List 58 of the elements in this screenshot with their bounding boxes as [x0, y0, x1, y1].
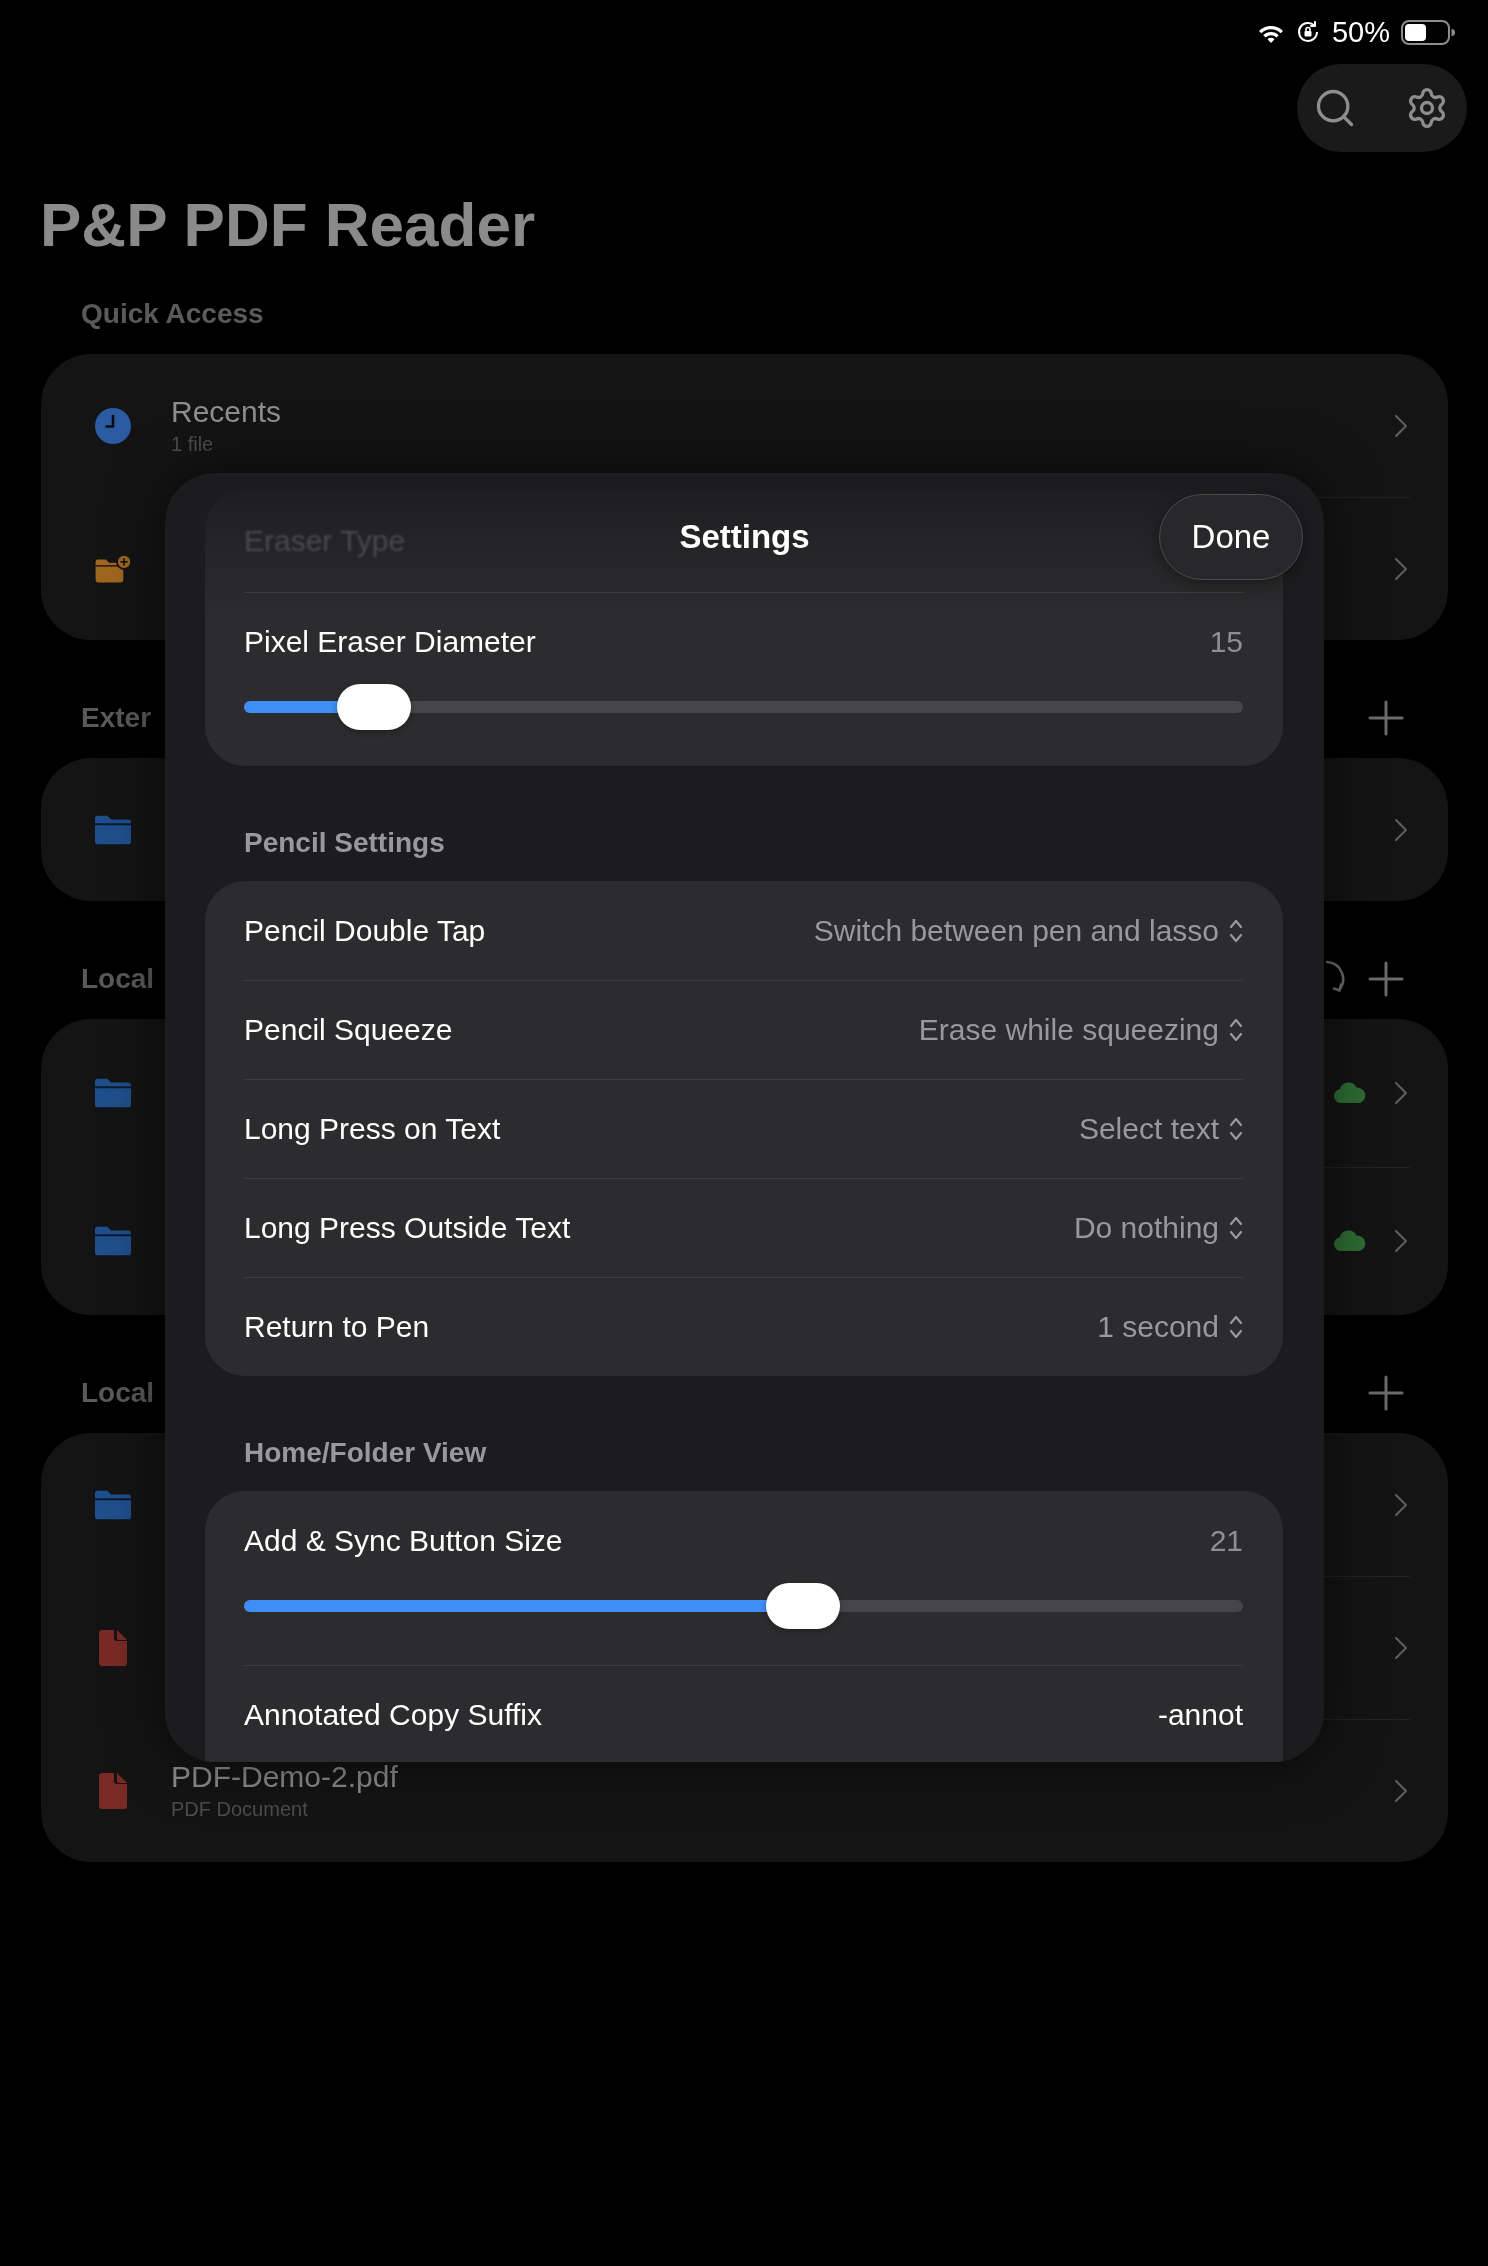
up-down-chevron-icon [1229, 917, 1243, 944]
up-down-chevron-icon [1229, 1214, 1243, 1241]
setting-label: Annotated Copy Suffix [244, 1697, 542, 1733]
folder-icon [94, 813, 132, 846]
slider[interactable] [244, 1583, 1243, 1629]
picker-button[interactable]: Do nothing [1073, 1207, 1243, 1248]
clock-icon [94, 406, 132, 445]
slider-thumb[interactable] [336, 684, 411, 730]
battery-percentage: 50% [1331, 15, 1390, 49]
up-down-chevron-icon [1229, 1115, 1243, 1142]
up-down-chevron-icon [1229, 1313, 1243, 1340]
setting-label: Return to Pen [244, 1308, 430, 1345]
picker-button[interactable]: Select text [1078, 1108, 1243, 1149]
picker-button[interactable]: Switch between pen and lasso [813, 910, 1243, 951]
battery-icon [1401, 19, 1455, 45]
setting-label: Long Press Outside Text [244, 1209, 571, 1246]
setting-label: Pencil Squeeze [244, 1011, 453, 1048]
folder-icon [94, 1488, 132, 1521]
section-header: Exter [81, 701, 152, 735]
up-down-chevron-icon [1229, 1016, 1243, 1043]
chevron-right-icon [1394, 1492, 1408, 1517]
section-header: Local [81, 1376, 155, 1410]
setting-label: Pixel Eraser Diameter [244, 624, 536, 660]
plus-icon[interactable] [1368, 1375, 1404, 1411]
document-icon [98, 1771, 128, 1810]
app-title: P&P PDF Reader [40, 189, 536, 261]
section-header: Home/Folder View [243, 1436, 487, 1470]
picker-button[interactable]: Erase while squeezing [918, 1009, 1243, 1050]
chevron-right-icon [1394, 1635, 1408, 1660]
slider-thumb[interactable] [766, 1583, 841, 1629]
picker-button[interactable]: 1 second [1097, 1306, 1243, 1347]
item-subtitle: PDF Document [171, 1796, 308, 1821]
chevron-right-icon [1394, 1081, 1408, 1105]
chevron-right-icon [1394, 556, 1408, 581]
chevron-right-icon [1394, 1778, 1408, 1803]
chevron-right-icon [1394, 1229, 1408, 1253]
section-header: Local [81, 962, 155, 996]
chevron-right-icon [1394, 413, 1408, 438]
document-icon [98, 1628, 128, 1667]
sheet-title: Settings [679, 517, 810, 557]
done-button[interactable]: Done [1159, 494, 1303, 580]
plus-icon[interactable] [1368, 700, 1404, 736]
section-header: Pencil Settings [243, 826, 445, 860]
text-field[interactable]: -annot [1157, 1695, 1243, 1735]
item-title: Recents [171, 395, 282, 428]
slider-value: 15 [1209, 624, 1243, 660]
folder-icon [94, 1077, 132, 1109]
slider-value: 21 [1209, 1523, 1243, 1559]
chevron-right-icon [1394, 817, 1408, 842]
plus-icon[interactable] [1368, 961, 1404, 997]
section-header: Quick Access [81, 297, 264, 331]
slider[interactable] [244, 684, 1243, 730]
setting-label: Long Press on Text [244, 1110, 501, 1147]
setting-label: Add & Sync Button Size [244, 1523, 563, 1559]
setting-label: Pencil Double Tap [244, 912, 486, 949]
item-title: PDF-Demo-2.pdf [171, 1760, 398, 1793]
rotation-lock-icon [1295, 20, 1320, 44]
folder-icon [94, 1225, 132, 1257]
